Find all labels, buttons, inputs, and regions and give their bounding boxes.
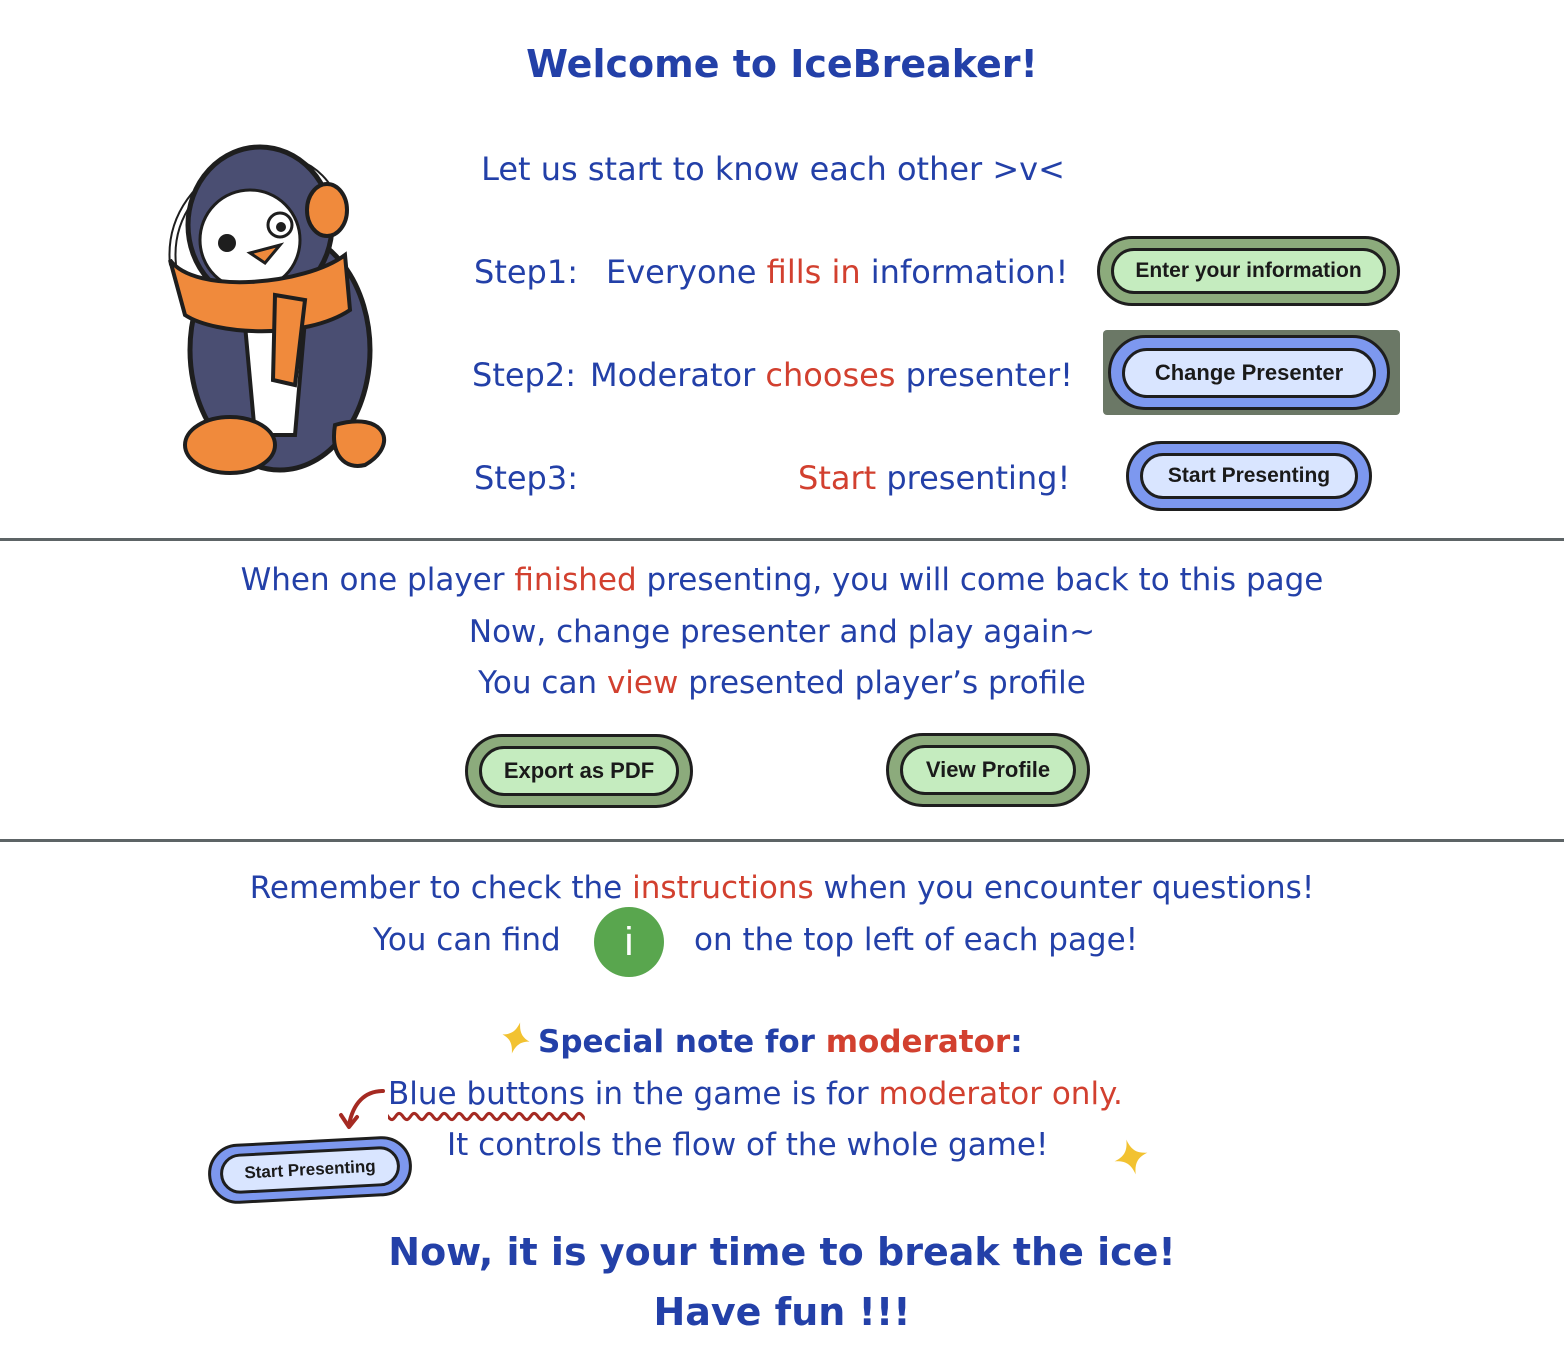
section-divider — [0, 538, 1564, 541]
export-pdf-button-label: Export as PDF — [479, 746, 679, 796]
enter-information-button[interactable]: Enter your information — [1097, 236, 1400, 306]
start-presenting-button[interactable]: Start Presenting — [1126, 441, 1372, 511]
step1-text: Everyone fills in information! — [606, 253, 1069, 291]
curved-arrow-icon — [339, 1089, 385, 1129]
blue-buttons-text: Blue buttons in the game is for moderato… — [388, 1076, 1123, 1112]
info-icon: i — [594, 907, 664, 977]
view-profile-button[interactable]: View Profile — [886, 733, 1090, 807]
start-presenting-button-label: Start Presenting — [1140, 453, 1358, 499]
step1-label: Step1: — [474, 253, 578, 291]
change-presenter-button-label: Change Presenter — [1122, 347, 1376, 398]
special-note-heading: Special note for moderator: — [538, 1024, 1023, 1060]
change-presenter-button[interactable]: Change Presenter — [1108, 335, 1390, 410]
export-pdf-button[interactable]: Export as PDF — [465, 734, 693, 808]
change-presenter-text: Now, change presenter and play again~ — [468, 614, 1096, 650]
section-divider — [0, 839, 1564, 842]
remember-instructions-text: Remember to check the instructions when … — [249, 870, 1315, 906]
closing-line-1: Now, it is your time to break the ice! — [388, 1230, 1176, 1274]
finished-presenting-text: When one player finished presenting, you… — [240, 562, 1324, 598]
step2-text: Moderator chooses presenter! — [590, 356, 1073, 394]
sparkle-star-icon — [502, 1022, 530, 1054]
view-profile-text: You can view presented player’s profile — [478, 665, 1086, 701]
sparkle-star-icon — [1114, 1139, 1148, 1175]
closing-line-2: Have fun !!! — [653, 1290, 911, 1334]
step3-text: Start presenting! — [798, 459, 1071, 497]
example-start-presenting-button: Start Presenting — [206, 1134, 414, 1206]
enter-information-button-label: Enter your information — [1111, 248, 1386, 294]
find-info-text-pre: You can find — [373, 922, 561, 958]
intro-text: Let us start to know each other >v< — [481, 150, 1065, 188]
controls-flow-text: It controls the flow of the whole game! — [447, 1127, 1049, 1163]
step3-label: Step3: — [474, 459, 578, 497]
find-info-text-post: on the top left of each page! — [694, 922, 1139, 958]
example-start-presenting-button-label: Start Presenting — [219, 1145, 401, 1195]
page-title: Welcome to IceBreaker! — [526, 42, 1038, 86]
view-profile-button-label: View Profile — [900, 745, 1076, 795]
step2-label: Step2: — [472, 356, 576, 394]
